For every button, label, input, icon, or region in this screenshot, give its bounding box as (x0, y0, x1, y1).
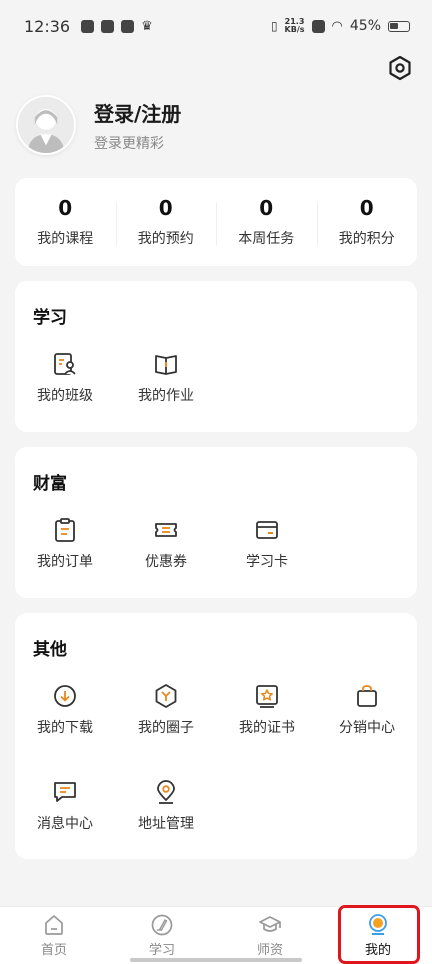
stat-label: 我的积分 (338, 231, 395, 247)
net-speed: 21.3 KB/s (284, 17, 305, 34)
mail-icon (101, 19, 115, 33)
avatar[interactable] (16, 95, 76, 155)
stat-my-points[interactable]: 0 我的积分 (316, 196, 418, 248)
grid-label: 学习卡 (246, 554, 288, 570)
tab-home[interactable]: 首页 (0, 907, 108, 964)
study-icon (151, 914, 173, 936)
other-section: 其他 我的下载 我的圈子 我的证书 分销中心 消息中心 地址管理 (15, 613, 417, 859)
download-icon (54, 685, 76, 707)
default-avatar-icon (18, 97, 74, 153)
play-icon (121, 19, 135, 33)
battery-icon (388, 20, 410, 32)
tab-mine[interactable]: 我的 (324, 907, 432, 964)
stat-my-courses[interactable]: 0 我的课程 (15, 196, 116, 248)
grid-item-coupons[interactable]: 优惠券 (116, 517, 216, 571)
login-subtitle: 登录更精彩 (94, 135, 164, 152)
grid-label: 我的班级 (37, 388, 93, 404)
profile-header[interactable]: 登录/注册 登录更精彩 (16, 94, 181, 156)
status-bar: 12:36 ♛ ▯ 21.3 KB/s ◠ 45% (0, 0, 432, 52)
class-icon (54, 353, 76, 375)
stat-label: 我的课程 (37, 231, 94, 247)
grid-item-my-orders[interactable]: 我的订单 (15, 517, 115, 571)
grid-label: 我的下载 (37, 720, 93, 736)
grid-item-my-circles[interactable]: 我的圈子 (116, 683, 216, 737)
grid-item-address-management[interactable]: 地址管理 (116, 779, 216, 833)
stat-label: 本周任务 (238, 231, 295, 247)
wealth-section: 财富 我的订单 优惠券 学习卡 (15, 447, 417, 598)
bottom-tab-bar: 首页 学习 师资 我的 (0, 906, 432, 964)
status-time: 12:36 (24, 16, 71, 36)
grid-item-distribution-center[interactable]: 分销中心 (317, 683, 417, 737)
grid-label: 我的订单 (37, 554, 93, 570)
grid-label: 消息中心 (37, 816, 93, 832)
grid-label: 我的证书 (239, 720, 295, 736)
settings-hexagon-icon (389, 55, 411, 81)
home-icon (45, 915, 63, 935)
tab-label: 学习 (148, 943, 175, 958)
stat-weekly-tasks[interactable]: 0 本周任务 (216, 196, 317, 248)
tab-label: 首页 (40, 943, 67, 958)
stat-value: 0 (58, 196, 73, 220)
section-title: 财富 (33, 474, 67, 494)
message-icon (54, 782, 76, 802)
profile-icon (369, 914, 387, 935)
stat-value: 0 (359, 196, 374, 220)
tab-label: 师资 (256, 943, 283, 958)
app-notification-icon (81, 19, 95, 33)
study-card-icon (256, 521, 278, 539)
certificate-icon (256, 685, 278, 708)
homework-icon (155, 355, 177, 375)
grid-label: 分销中心 (339, 720, 395, 736)
settings-button[interactable] (386, 54, 414, 82)
stat-value: 0 (259, 196, 274, 220)
grid-item-my-class[interactable]: 我的班级 (15, 351, 115, 405)
study-section: 学习 我的班级 我的作业 (15, 281, 417, 432)
stat-my-appointments[interactable]: 0 我的预约 (115, 196, 217, 248)
wifi-icon: ◠ (331, 18, 343, 34)
grid-label: 地址管理 (138, 816, 194, 832)
battery-percent: 45% (349, 18, 381, 34)
tab-study[interactable]: 学习 (108, 907, 216, 964)
order-icon (55, 518, 75, 542)
grid-item-study-card[interactable]: 学习卡 (217, 517, 317, 571)
grid-label: 我的圈子 (138, 720, 194, 736)
sim-off-icon (311, 19, 325, 33)
grid-item-my-homework[interactable]: 我的作业 (116, 351, 216, 405)
circle-icon (155, 684, 177, 708)
grid-item-my-downloads[interactable]: 我的下载 (15, 683, 115, 737)
section-title: 学习 (33, 308, 67, 328)
grid-label: 我的作业 (138, 388, 194, 404)
section-title: 其他 (33, 640, 67, 660)
location-icon (157, 780, 175, 804)
grid-item-message-center[interactable]: 消息中心 (15, 779, 115, 833)
coupon-icon (155, 523, 177, 537)
home-indicator (130, 958, 302, 962)
tab-teachers[interactable]: 师资 (216, 907, 324, 964)
grid-item-my-certificates[interactable]: 我的证书 (217, 683, 317, 737)
crown-icon: ♛ (141, 18, 153, 34)
stat-value: 0 (158, 196, 173, 220)
teacher-icon (259, 916, 281, 932)
login-register-link[interactable]: 登录/注册 (94, 98, 181, 127)
tab-label: 我的 (364, 943, 391, 958)
stat-label: 我的预约 (137, 231, 194, 247)
stats-card: 0 我的课程 0 我的预约 0 本周任务 0 我的积分 (15, 178, 417, 266)
shopping-bag-icon (357, 685, 377, 707)
vibrate-icon: ▯ (270, 19, 278, 33)
grid-label: 优惠券 (145, 554, 187, 570)
